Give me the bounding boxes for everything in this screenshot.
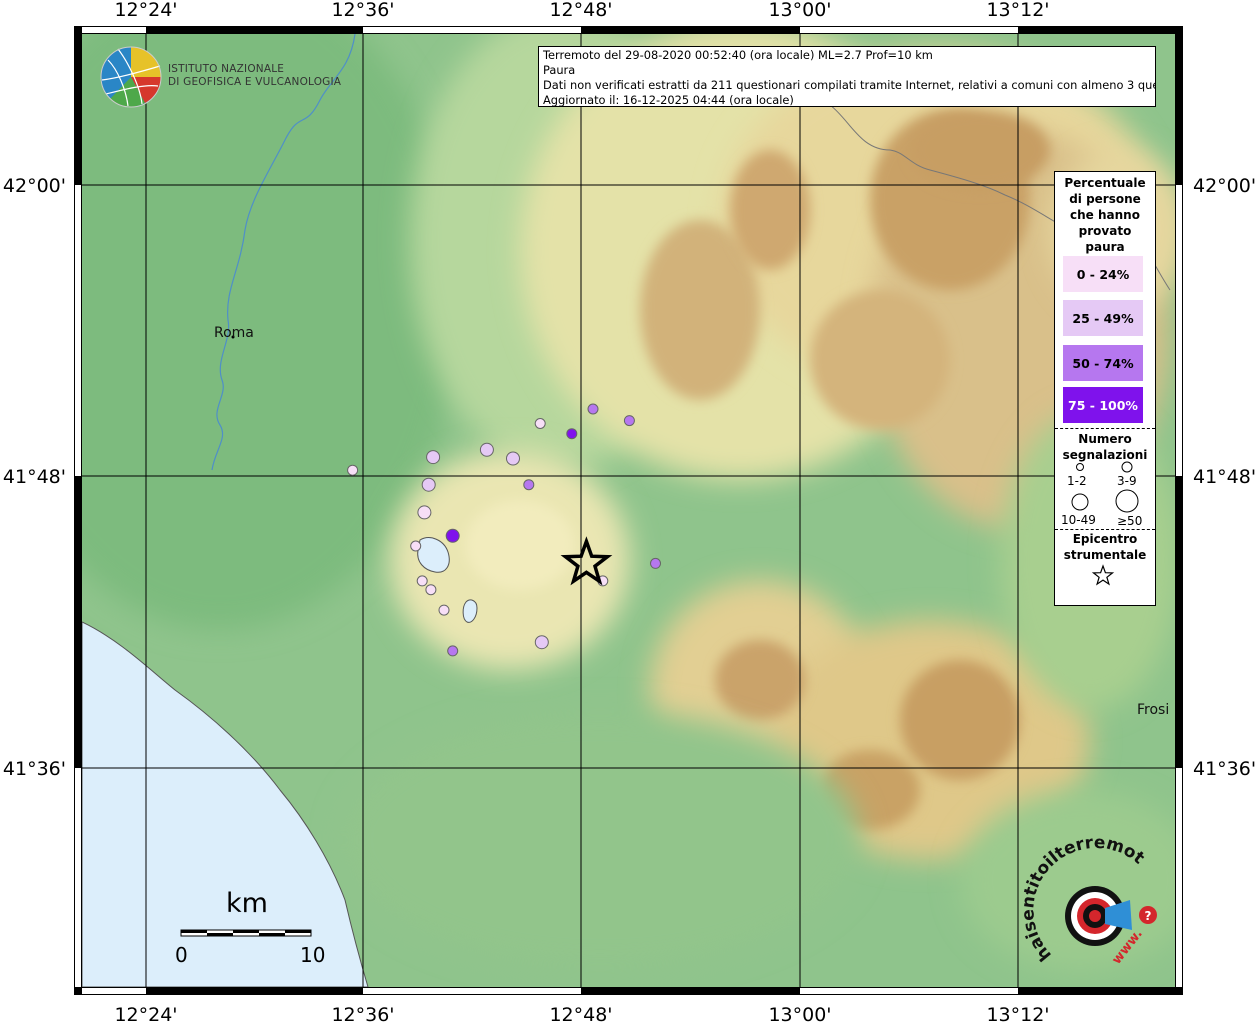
intensity-point[interactable] <box>426 450 441 465</box>
event-parameter: Paura <box>543 63 576 77</box>
intensity-point[interactable] <box>534 418 546 429</box>
terrain <box>82 34 1175 987</box>
lat-label: 42°00' <box>3 175 66 197</box>
legend-divider <box>1055 529 1155 530</box>
badge-question: ? <box>1145 909 1152 923</box>
lat-label: 41°36' <box>1193 758 1256 780</box>
legend-fear-title: Percentuale di persone che hanno provato… <box>1064 176 1146 254</box>
legend-count-3-9: 3-9 <box>1117 474 1137 488</box>
intensity-point[interactable] <box>566 428 578 440</box>
lon-labels-bottom: 12°24' 12°36' 12°48' 13°00' 13°12' <box>114 1004 1049 1024</box>
legend-count-1-2: 1-2 <box>1067 474 1087 488</box>
intensity-point[interactable] <box>417 505 432 520</box>
lon-labels-top: 12°24' 12°36' 12°48' 13°00' 13°12' <box>114 0 1049 21</box>
lon-label: 13°12' <box>986 1004 1049 1024</box>
scale-bar <box>180 929 312 937</box>
lon-label: 12°24' <box>114 0 177 21</box>
intensity-point[interactable] <box>623 415 635 427</box>
lon-label: 12°48' <box>549 1004 612 1024</box>
lat-label: 41°48' <box>3 466 66 488</box>
event-data-note: Dati non verificati estratti da 211 ques… <box>543 78 1156 92</box>
event-updated: Aggiornato il: 16-12-2025 04:44 (ora loc… <box>543 93 794 107</box>
intensity-point[interactable] <box>445 528 460 543</box>
intensity-point[interactable] <box>438 604 450 616</box>
lon-label: 12°36' <box>331 0 394 21</box>
lon-label: 12°36' <box>331 1004 394 1024</box>
intensity-point[interactable] <box>523 479 535 491</box>
lat-label: 41°36' <box>3 758 66 780</box>
legend-class-3: 75 - 100% <box>1063 387 1143 423</box>
intensity-point[interactable] <box>650 557 661 569</box>
legend-class-label: 25 - 49% <box>1072 310 1134 326</box>
lon-label: 12°24' <box>114 1004 177 1024</box>
intensity-point[interactable] <box>506 451 520 466</box>
legend-count-50: ≥50 <box>1117 514 1143 528</box>
intensity-point[interactable] <box>410 540 422 552</box>
legend-star-icon <box>1091 564 1115 586</box>
logo-line1: ISTITUTO NAZIONALE <box>168 63 285 75</box>
logo-line2: DI GEOFISICA E VULCANOLOGIA <box>168 76 342 88</box>
legend-class-1: 25 - 49% <box>1063 300 1143 336</box>
lon-label: 13°12' <box>986 0 1049 21</box>
scale-min: 0 <box>175 943 188 967</box>
intensity-point[interactable] <box>421 477 436 492</box>
ingv-logo-text: ISTITUTO NAZIONALE DI GEOFISICA E VULCAN… <box>168 63 341 89</box>
legend-divider <box>1055 428 1155 429</box>
legend-class-label: 50 - 74% <box>1072 355 1134 371</box>
lat-labels-right: 42°00' 41°48' 41°36' <box>1193 175 1256 780</box>
legend-count-title: Numero segnalazioni <box>1062 432 1148 462</box>
legend-class-label: 75 - 100% <box>1068 397 1138 413</box>
legend: Percentuale di persone che hanno provato… <box>1054 171 1156 606</box>
intensity-point[interactable] <box>425 584 437 596</box>
event-title: Terremoto del 29-08-2020 00:52:40 (ora l… <box>543 48 933 62</box>
lat-label: 42°00' <box>1193 175 1256 197</box>
scale-title: km <box>226 888 268 919</box>
legend-class-0: 0 - 24% <box>1063 256 1143 292</box>
lat-label: 41°48' <box>1193 466 1256 488</box>
lon-label: 13°00' <box>768 1004 831 1024</box>
place-frosinone: Frosi <box>1137 702 1169 718</box>
lon-label: 12°48' <box>549 0 612 21</box>
intensity-point[interactable] <box>447 645 459 657</box>
intensity-point[interactable] <box>347 464 359 476</box>
lat-labels-left: 42°00' 41°48' 41°36' <box>3 175 66 780</box>
intensity-point[interactable] <box>416 575 428 587</box>
event-info-box: Terremoto del 29-08-2020 00:52:40 (ora l… <box>538 46 1156 107</box>
ingv-logo-icon <box>100 46 162 108</box>
lon-label: 13°00' <box>768 0 831 21</box>
legend-class-2: 50 - 74% <box>1063 345 1143 381</box>
place-roma: Roma <box>214 325 254 341</box>
intensity-point[interactable] <box>534 635 549 650</box>
legend-count-10-49: 10-49 <box>1061 513 1096 527</box>
legend-epicenter-title: Epicentro strumentale <box>1063 532 1147 562</box>
scale-max: 10 <box>300 943 326 967</box>
legend-class-label: 0 - 24% <box>1076 266 1130 282</box>
intensity-point[interactable] <box>479 442 494 457</box>
intensity-point[interactable] <box>587 403 599 415</box>
